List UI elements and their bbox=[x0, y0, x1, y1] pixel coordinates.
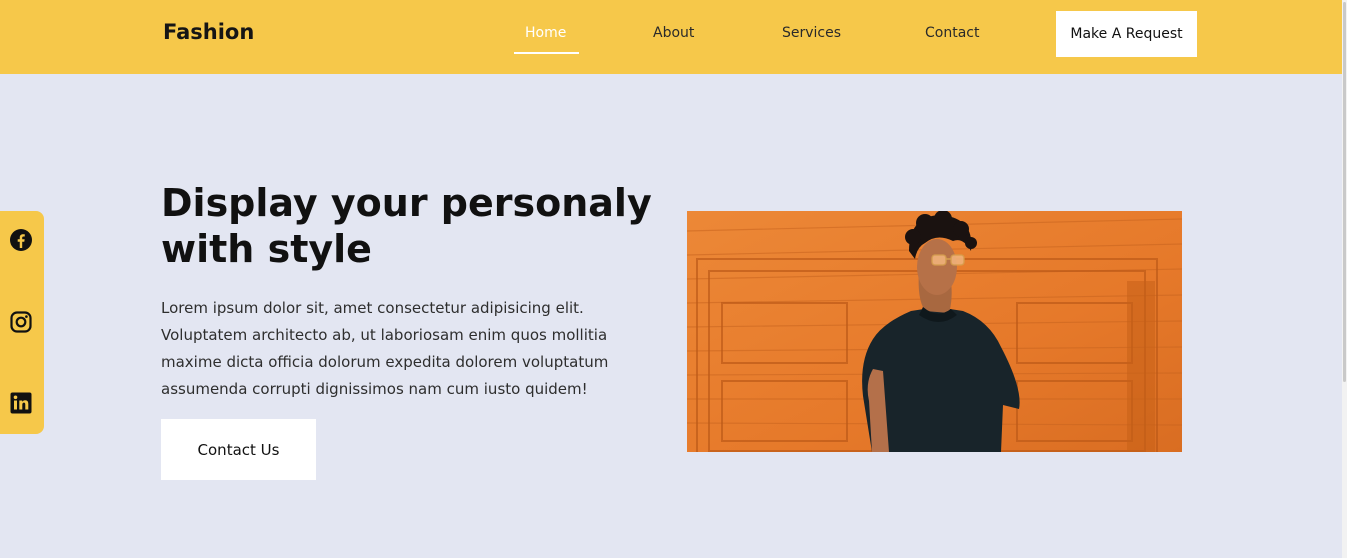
nav-services[interactable]: Services bbox=[782, 25, 841, 41]
brand-logo[interactable]: Fashion bbox=[163, 20, 254, 44]
fashion-model-image bbox=[687, 211, 1182, 452]
page-scrollbar[interactable] bbox=[1342, 0, 1347, 558]
hero-title: Display your personaly with style bbox=[161, 180, 661, 272]
top-navbar: Fashion Home About Services Contact Make… bbox=[0, 0, 1347, 74]
facebook-icon[interactable] bbox=[9, 228, 33, 252]
hero-text-line: maxime dicta officia dolorum expedita do… bbox=[161, 353, 609, 371]
hero-photo bbox=[687, 211, 1182, 452]
hero-text-line: Lorem ipsum dolor sit, amet consectetur … bbox=[161, 299, 584, 317]
linkedin-icon[interactable] bbox=[9, 391, 33, 415]
hero-title-line-1: Display your personaly bbox=[161, 181, 652, 225]
hero-text-line: assumenda corrupti dignissimos nam cum i… bbox=[161, 380, 588, 398]
nav-active-underline bbox=[514, 52, 579, 54]
contact-us-button[interactable]: Contact Us bbox=[161, 419, 316, 480]
nav-about[interactable]: About bbox=[653, 25, 694, 41]
hero-description: Lorem ipsum dolor sit, amet consectetur … bbox=[161, 295, 661, 403]
make-request-button[interactable]: Make A Request bbox=[1056, 11, 1197, 57]
nav-home[interactable]: Home bbox=[525, 25, 566, 41]
social-sidebar bbox=[0, 211, 44, 434]
hero-title-line-2: with style bbox=[161, 227, 372, 271]
scrollbar-thumb[interactable] bbox=[1343, 2, 1346, 382]
nav-contact[interactable]: Contact bbox=[925, 25, 979, 41]
instagram-icon[interactable] bbox=[9, 310, 33, 334]
hero-text-line: Voluptatem architecto ab, ut laboriosam … bbox=[161, 326, 608, 344]
